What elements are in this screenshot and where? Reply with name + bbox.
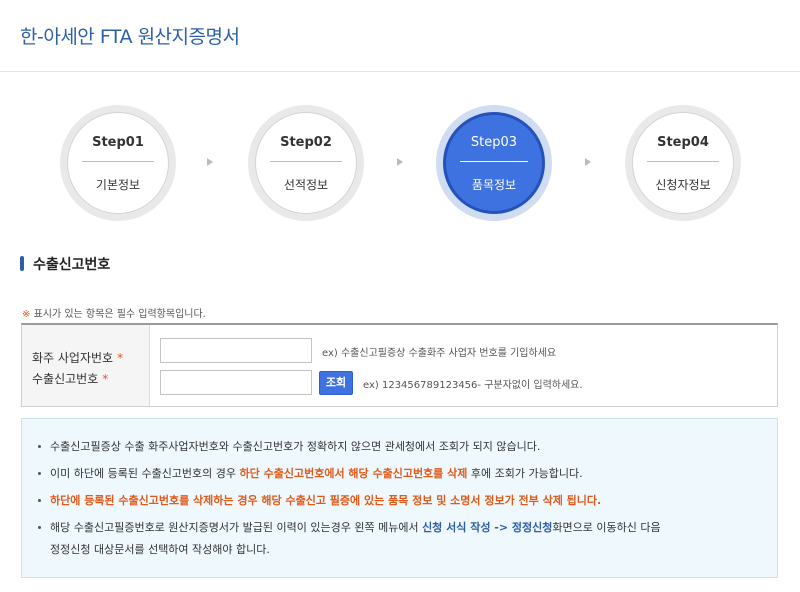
- page-header: 한-아세안 FTA 원산지증명서: [0, 0, 800, 72]
- required-note-text: 표시가 있는 항목은 필수 입력항목입니다.: [30, 309, 206, 320]
- step-number: Step04: [657, 135, 709, 150]
- step-divider: [82, 161, 154, 162]
- bullet-icon: [38, 471, 41, 475]
- required-star-icon: *: [117, 351, 124, 365]
- step-number: Step02: [280, 135, 332, 150]
- notice-item-continued: 정정신청 대상문서를 선택하여 작성해야 합니다.: [50, 543, 270, 556]
- arrow-right-icon: [397, 158, 403, 166]
- step-divider: [647, 161, 719, 162]
- step-4[interactable]: Step04 신청자정보: [625, 105, 741, 221]
- step-label: 품목정보: [471, 178, 517, 192]
- step-3[interactable]: Step03 품목정보: [436, 105, 552, 221]
- arrow-right-icon: [207, 158, 213, 166]
- business-number-input[interactable]: [160, 338, 312, 363]
- declaration-number-input[interactable]: [160, 370, 312, 395]
- step-2[interactable]: Step02 선적정보: [248, 105, 364, 221]
- business-number-hint: ex) 수출신고필증상 수출화주 사업자 번호를 기입하세요: [322, 348, 557, 359]
- step-number: Step03: [470, 135, 518, 150]
- business-number-label: 화주 사업자번호 *: [32, 351, 124, 365]
- step-label: 기본정보: [95, 178, 141, 192]
- notice-box: 수출신고필증상 수출 화주사업자번호와 수출신고번호가 정확하지 않으면 관세청…: [21, 418, 778, 578]
- step-number: Step01: [92, 135, 144, 150]
- notice-item: 수출신고필증상 수출 화주사업자번호와 수출신고번호가 정확하지 않으면 관세청…: [38, 437, 763, 457]
- notice-item: 이미 하단에 등록된 수출신고번호의 경우 하단 수출신고번호에서 해당 수출신…: [38, 464, 763, 484]
- notice-item: 해당 수출신고필증번호로 원산지증명서가 발급된 이력이 있는경우 왼쪽 메뉴에…: [38, 518, 763, 538]
- search-button[interactable]: 조회: [319, 371, 353, 395]
- step-1[interactable]: Step01 기본정보: [60, 105, 176, 221]
- declaration-number-label: 수출신고번호 *: [32, 372, 109, 386]
- correction-request-link[interactable]: 신청 서식 작성 -> 정정신청: [422, 521, 552, 534]
- export-declaration-form: 화주 사업자번호 * 수출신고번호 * ex) 수출신고필증상 수출화주 사업자 번…: [21, 323, 778, 407]
- section-title: 수출신고번호: [20, 256, 110, 274]
- form-label-cell: 화주 사업자번호 * 수출신고번호 *: [22, 325, 150, 406]
- step-indicator: Step01 기본정보 Step02 선적정보 Step03 품목정보 Step…: [0, 105, 800, 221]
- notice-item-warning: 하단에 등록된 수출신고번호를 삭제하는 경우 해당 수출신고 필증에 있는 품…: [38, 491, 763, 511]
- bullet-icon: [38, 444, 41, 448]
- bullet-icon: [38, 525, 41, 529]
- section-bar-icon: [20, 256, 24, 271]
- section-title-text: 수출신고번호: [33, 257, 111, 273]
- declaration-number-hint: ex) 123456789123456- 구분자없이 입력하세요.: [363, 380, 583, 391]
- step-label: 선적정보: [283, 178, 329, 192]
- bullet-icon: [38, 498, 41, 502]
- arrow-right-icon: [585, 158, 591, 166]
- required-star-icon: *: [102, 372, 109, 386]
- step-divider: [460, 161, 528, 162]
- step-label: 신청자정보: [655, 178, 711, 192]
- required-note: ※ 표시가 있는 항목은 필수 입력항목입니다.: [22, 305, 206, 320]
- step-divider: [270, 161, 342, 162]
- page-title: 한-아세안 FTA 원산지증명서: [20, 26, 240, 48]
